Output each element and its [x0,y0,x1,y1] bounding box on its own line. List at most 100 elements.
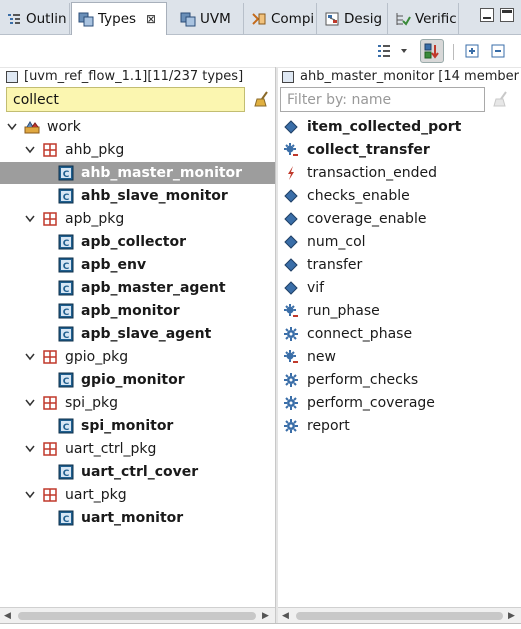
tree-item-class[interactable]: Capb_master_agent [0,277,275,299]
member-item-event[interactable]: transaction_ended [278,162,521,184]
tree-item-package[interactable]: ahb_pkg [0,139,275,161]
svg-text:C: C [63,262,70,272]
tree-item-package[interactable]: apb_pkg [0,208,275,230]
member-item-function[interactable]: perform_checks [278,369,521,391]
tab-outline[interactable]: Outlin [0,3,70,34]
package-icon [42,395,58,411]
list-view-icon [378,45,390,57]
class-icon: C [58,510,74,526]
tree-item-class[interactable]: Cahb_master_monitor [0,162,275,184]
member-item-field[interactable]: transfer [278,254,521,276]
chevron-down-icon[interactable] [24,144,36,156]
tree-item-label: ahb_pkg [65,142,125,158]
class-icon [282,70,294,83]
tree-item-class[interactable]: Cspi_monitor [0,415,275,437]
svg-text:C: C [63,308,70,318]
member-item-function[interactable]: report [278,415,521,437]
member-item-field[interactable]: coverage_enable [278,208,521,230]
tree-item-package[interactable]: uart_pkg [0,484,275,506]
tree-item-label: apb_slave_agent [81,326,212,342]
chevron-down-icon[interactable] [24,443,36,455]
tree-item-label: uart_ctrl_cover [81,464,199,480]
collapse-all-button[interactable] [486,39,510,63]
chevron-down-icon[interactable] [24,351,36,363]
class-icon: C [58,418,74,434]
outline-icon [8,13,20,24]
members-filter-input[interactable] [280,87,485,112]
chevron-down-icon[interactable] [24,489,36,501]
member-item-function[interactable]: perform_coverage [278,392,521,414]
tree-item-class[interactable]: Cgpio_monitor [0,369,275,391]
tree-item-class[interactable]: Capb_collector [0,231,275,253]
class-icon: C [58,303,74,319]
tab-label: Verific [415,10,457,27]
expand-all-button[interactable] [460,39,484,63]
tab-uvm[interactable]: UVM [168,3,244,34]
tab-label: UVM [200,10,231,27]
tree-item-label: spi_monitor [81,418,174,434]
function-icon [283,418,299,434]
types-filter-input[interactable] [6,87,245,112]
member-item-label: vif [307,280,325,296]
function-icon [283,326,299,342]
tree-item-package[interactable]: uart_ctrl_pkg [0,438,275,460]
tree-item-class[interactable]: Capb_env [0,254,275,276]
scroll-right-icon[interactable]: ▶ [262,611,269,621]
member-item-label: transaction_ended [307,165,437,181]
member-item-task[interactable]: run_phase [278,300,521,322]
scroll-right-icon[interactable]: ▶ [508,611,515,621]
member-item-field[interactable]: checks_enable [278,185,521,207]
close-icon[interactable]: ⊠ [146,12,156,26]
tree-item-library[interactable]: work [0,116,275,138]
tree-item-class[interactable]: Cuart_ctrl_cover [0,461,275,483]
scrollbar-thumb[interactable] [18,612,256,620]
svg-text:C: C [63,377,70,387]
minimize-button[interactable] [480,8,494,22]
scroll-left-icon[interactable]: ◀ [282,611,289,621]
chevron-down-icon[interactable] [24,213,36,225]
member-item-field[interactable]: num_col [278,231,521,253]
collapse-all-icon [491,44,505,58]
field-icon [283,211,299,227]
chevron-down-icon[interactable] [6,121,18,133]
member-item-field[interactable]: item_collected_port [278,116,521,138]
tree-item-package[interactable]: gpio_pkg [0,346,275,368]
tree-item-label: uart_monitor [81,510,184,526]
member-item-task[interactable]: new [278,346,521,368]
tab-verification[interactable]: Verific [389,3,459,34]
scrollbar-thumb[interactable] [296,612,503,620]
maximize-button[interactable] [500,8,514,22]
member-item-label: item_collected_port [307,119,462,135]
tree-item-package[interactable]: spi_pkg [0,392,275,414]
svg-text:C: C [63,239,70,249]
function-icon [283,395,299,411]
class-icon: C [58,188,74,204]
members-horizontal-scrollbar[interactable]: ◀ ▶ [278,607,521,623]
task-icon [283,303,299,319]
clear-filter-icon[interactable] [492,90,510,108]
view-mode-button[interactable] [372,39,396,63]
tab-design[interactable]: Desig [318,3,388,34]
tree-item-class[interactable]: Cahb_slave_monitor [0,185,275,207]
scroll-left-icon[interactable]: ◀ [4,611,11,621]
tree-item-label: ahb_master_monitor [81,165,243,181]
view-mode-dropdown[interactable] [396,39,412,63]
tab-label: Outlin [26,10,67,27]
tree-item-class[interactable]: Capb_slave_agent [0,323,275,345]
svg-text:C: C [63,423,70,433]
tree-item-label: uart_ctrl_pkg [65,441,157,457]
member-item-field[interactable]: vif [278,277,521,299]
tab-types[interactable]: Types ⊠ [71,2,167,35]
chevron-down-icon[interactable] [24,397,36,409]
member-item-task[interactable]: collect_transfer [278,139,521,161]
member-item-label: perform_coverage [307,395,435,411]
clear-filter-icon[interactable] [253,90,271,108]
tree-item-class[interactable]: Cuart_monitor [0,507,275,529]
tree-item-label: work [47,119,81,135]
class-icon: C [58,234,74,250]
sort-toggle-button[interactable] [420,39,444,63]
tree-item-class[interactable]: Capb_monitor [0,300,275,322]
member-item-function[interactable]: connect_phase [278,323,521,345]
tab-compile[interactable]: Compi [245,3,317,34]
types-horizontal-scrollbar[interactable]: ◀ ▶ [0,607,275,623]
